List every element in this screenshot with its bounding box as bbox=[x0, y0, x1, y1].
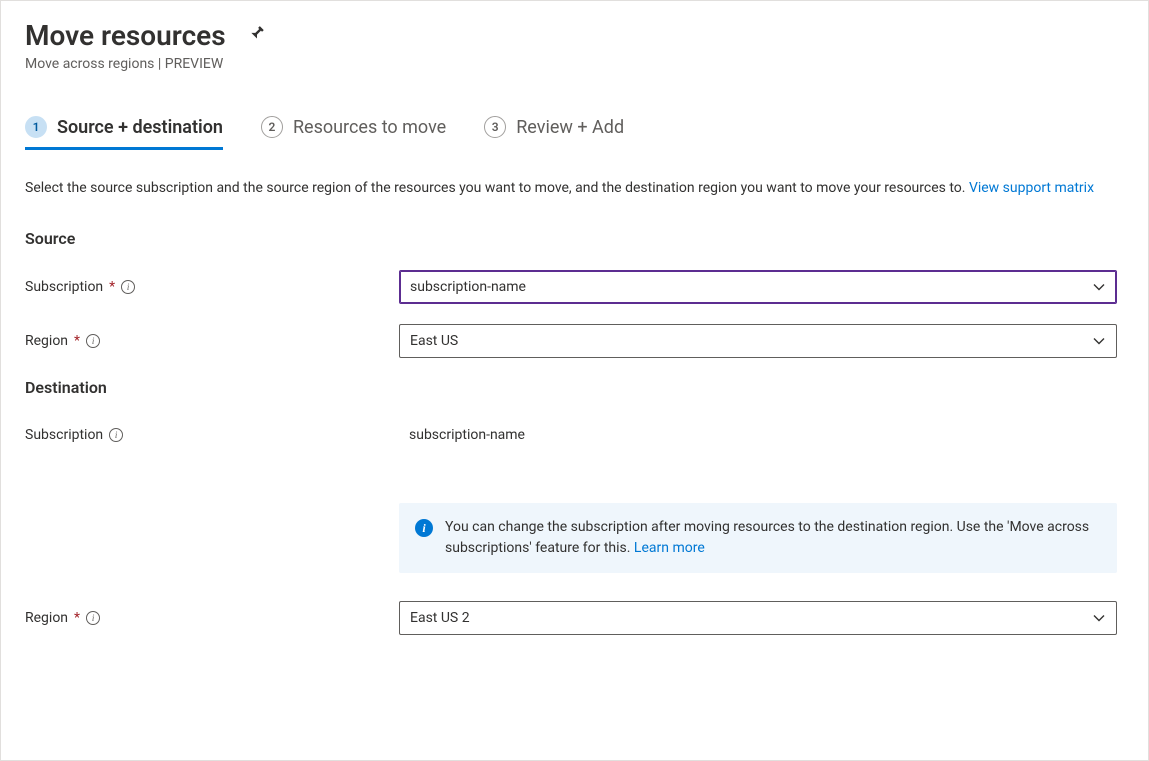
destination-subscription-label: Subscription i bbox=[25, 427, 399, 443]
tab-resources-to-move[interactable]: 2 Resources to move bbox=[261, 116, 446, 150]
label-text: Subscription bbox=[25, 427, 103, 443]
source-heading: Source bbox=[25, 229, 1124, 248]
destination-region-label: Region * i bbox=[25, 610, 399, 626]
source-subscription-row: Subscription * i subscription-name bbox=[25, 270, 1124, 304]
tab-label: Source + destination bbox=[57, 117, 223, 138]
header-row: Move resources bbox=[25, 19, 1124, 52]
source-region-dropdown[interactable]: East US bbox=[399, 324, 1117, 358]
info-box-row: i You can change the subscription after … bbox=[25, 467, 1124, 601]
destination-subscription-row: Subscription i subscription-name bbox=[25, 423, 1124, 447]
source-subscription-label: Subscription * i bbox=[25, 279, 399, 295]
move-resources-page: Move resources Move across regions | PRE… bbox=[0, 0, 1149, 761]
chevron-down-icon bbox=[1092, 611, 1106, 625]
chevron-down-icon bbox=[1092, 280, 1106, 294]
tab-number: 1 bbox=[25, 116, 47, 138]
info-icon[interactable]: i bbox=[86, 334, 100, 348]
pin-icon[interactable] bbox=[248, 25, 266, 47]
required-indicator: * bbox=[74, 333, 80, 349]
info-box-text: You can change the subscription after mo… bbox=[445, 517, 1101, 559]
chevron-down-icon bbox=[1092, 334, 1106, 348]
info-box-body: You can change the subscription after mo… bbox=[445, 519, 1089, 556]
info-box: i You can change the subscription after … bbox=[399, 503, 1117, 573]
info-icon[interactable]: i bbox=[109, 428, 123, 442]
view-support-matrix-link[interactable]: View support matrix bbox=[969, 180, 1094, 196]
required-indicator: * bbox=[74, 610, 80, 626]
label-text: Subscription bbox=[25, 279, 103, 295]
label-text: Region bbox=[25, 333, 68, 349]
description-body: Select the source subscription and the s… bbox=[25, 180, 969, 196]
dropdown-value: East US 2 bbox=[410, 610, 470, 626]
learn-more-link[interactable]: Learn more bbox=[634, 540, 705, 556]
description-text: Select the source subscription and the s… bbox=[25, 178, 1124, 199]
wizard-tabs: 1 Source + destination 2 Resources to mo… bbox=[25, 116, 1124, 150]
tab-number: 3 bbox=[484, 116, 506, 138]
dropdown-value: East US bbox=[410, 333, 458, 349]
source-region-label: Region * i bbox=[25, 333, 399, 349]
required-indicator: * bbox=[109, 279, 115, 295]
source-subscription-dropdown[interactable]: subscription-name bbox=[399, 270, 1117, 304]
tab-review-add[interactable]: 3 Review + Add bbox=[484, 116, 624, 150]
page-title: Move resources bbox=[25, 19, 226, 52]
destination-region-dropdown[interactable]: East US 2 bbox=[399, 601, 1117, 635]
source-region-row: Region * i East US bbox=[25, 324, 1124, 358]
destination-subscription-value: subscription-name bbox=[399, 423, 1117, 447]
tab-label: Review + Add bbox=[516, 117, 624, 138]
info-icon: i bbox=[415, 519, 433, 537]
info-icon[interactable]: i bbox=[121, 280, 135, 294]
tab-source-destination[interactable]: 1 Source + destination bbox=[25, 116, 223, 150]
destination-heading: Destination bbox=[25, 378, 1124, 397]
tab-number: 2 bbox=[261, 116, 283, 138]
destination-region-row: Region * i East US 2 bbox=[25, 601, 1124, 635]
page-subtitle: Move across regions | PREVIEW bbox=[25, 56, 1124, 72]
info-icon[interactable]: i bbox=[86, 611, 100, 625]
tab-label: Resources to move bbox=[293, 117, 446, 138]
label-text: Region bbox=[25, 610, 68, 626]
dropdown-value: subscription-name bbox=[410, 279, 526, 295]
